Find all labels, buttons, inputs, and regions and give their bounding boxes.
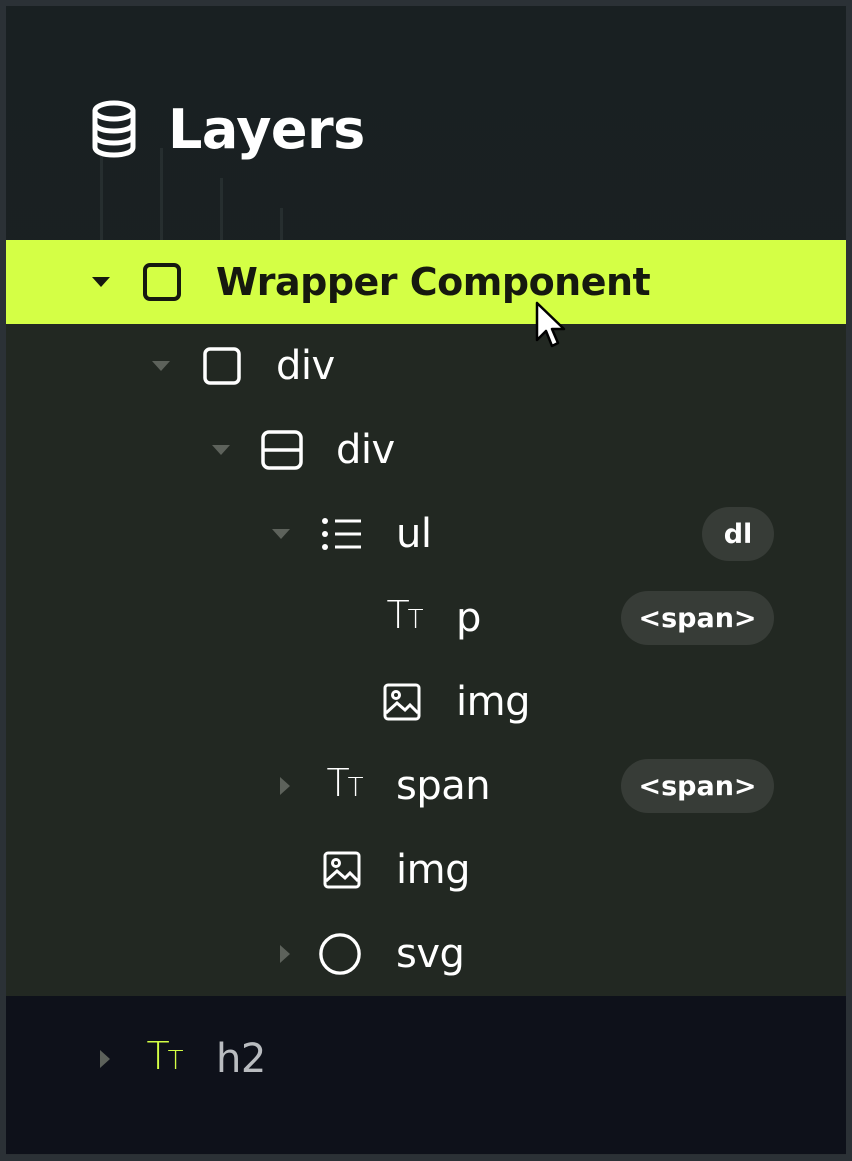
page-title: Layers (168, 97, 365, 161)
square-icon (200, 344, 244, 388)
square-icon (140, 260, 184, 304)
tree-row-span[interactable]: TT span <span> (6, 744, 846, 828)
tree-row-label: img (396, 847, 470, 893)
tree-row-label: Wrapper Component (216, 260, 651, 304)
tag-badge: <span> (621, 591, 774, 645)
tag-badge: <span> (621, 759, 774, 813)
mouse-cursor-icon (535, 301, 566, 348)
caret-down-icon[interactable] (211, 440, 231, 460)
tree-row-p[interactable]: TT p <span> (6, 576, 846, 660)
tree-row-img[interactable]: img (6, 660, 846, 744)
indent-guide (160, 148, 163, 248)
list-icon (320, 512, 364, 556)
split-rows-icon (260, 428, 304, 472)
tree-row-label: div (336, 427, 395, 473)
image-icon (380, 680, 424, 724)
tree-row-wrapper-component[interactable]: Wrapper Component (6, 240, 846, 324)
tree-row-label: div (276, 343, 335, 389)
image-icon (320, 848, 364, 892)
tree-row-img[interactable]: img (6, 828, 846, 912)
tree-row-h2[interactable]: TT h2 (6, 1017, 846, 1101)
caret-right-icon[interactable] (275, 776, 295, 796)
tree-row-label: span (396, 763, 491, 809)
circle-icon (318, 932, 362, 976)
text-icon: TT (386, 593, 424, 637)
layers-header: Layers (90, 94, 365, 164)
tree-row-label: img (456, 679, 530, 725)
tree-row-ul[interactable]: ul dl (6, 492, 846, 576)
tree-row-div[interactable]: div (6, 324, 846, 408)
tree-row-label: svg (396, 931, 465, 977)
caret-right-icon[interactable] (95, 1049, 115, 1069)
text-icon: TT (146, 1034, 184, 1078)
tree-row-label: p (456, 595, 481, 641)
layers-panel: Layers Wrapper Component div div ul dl T… (6, 6, 846, 1154)
caret-right-icon[interactable] (275, 944, 295, 964)
caret-down-icon[interactable] (151, 356, 171, 376)
text-icon: TT (326, 761, 364, 805)
tree-row-label: h2 (216, 1036, 266, 1082)
caret-down-icon[interactable] (91, 272, 111, 292)
tag-badge: dl (702, 507, 774, 561)
database-icon (90, 100, 138, 158)
tree-row-label: ul (396, 511, 432, 557)
footer-area: TT h2 (6, 996, 846, 1154)
tree-row-svg[interactable]: svg (6, 912, 846, 996)
caret-down-icon[interactable] (271, 524, 291, 544)
tree-row-div[interactable]: div (6, 408, 846, 492)
